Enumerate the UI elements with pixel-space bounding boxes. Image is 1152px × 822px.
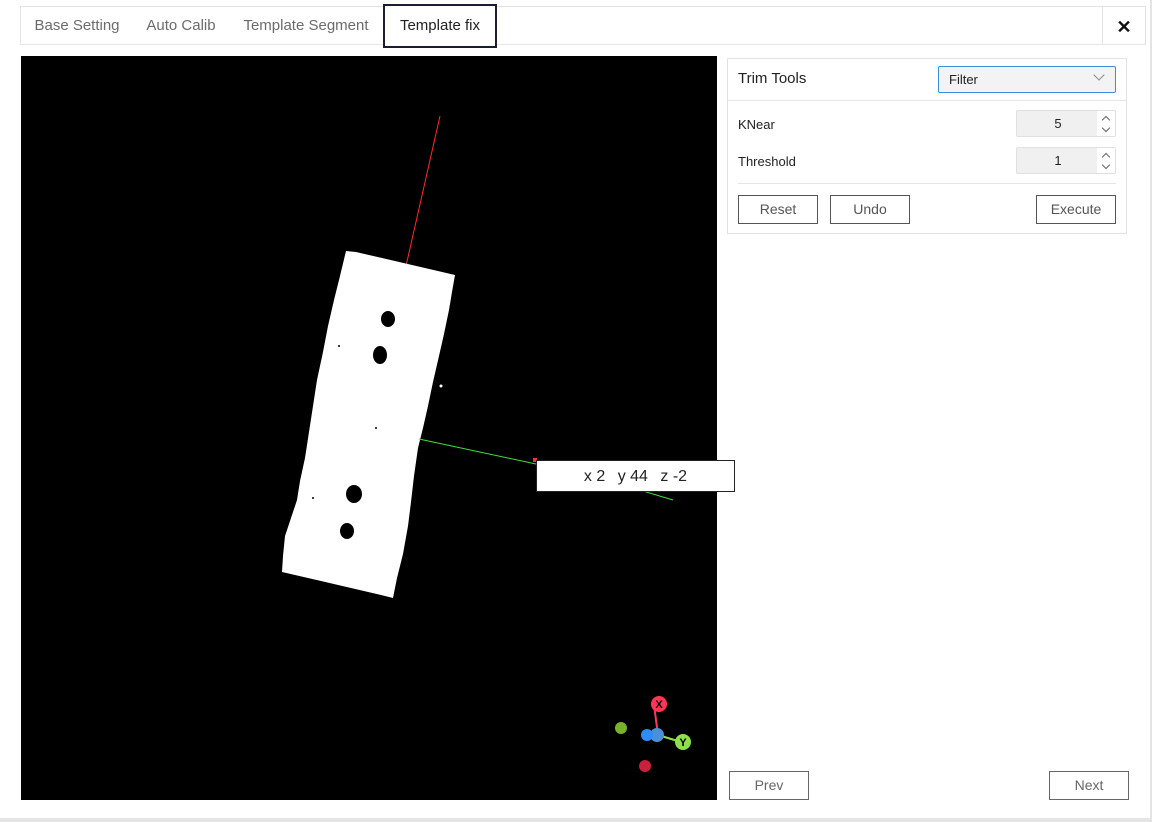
threshold-spinbox[interactable]: 1	[1016, 147, 1116, 174]
knear-label: KNear	[738, 117, 775, 132]
gizmo-neg-y-dot[interactable]	[615, 722, 627, 734]
template-point-cloud	[282, 251, 455, 598]
trim-mode-select[interactable]: Filter	[938, 66, 1116, 93]
undo-button[interactable]: Undo	[830, 195, 910, 224]
x-axis-line	[405, 115, 441, 267]
threshold-value: 1	[1054, 153, 1062, 168]
panel-divider	[738, 183, 1116, 184]
tab-template-fix[interactable]: Template fix	[383, 4, 497, 48]
tab-auto-calib[interactable]: Auto Calib	[133, 7, 229, 44]
chevron-down-icon	[1093, 69, 1105, 81]
hole-3	[346, 485, 362, 503]
threshold-label: Threshold	[738, 154, 796, 169]
reset-button[interactable]: Reset	[738, 195, 818, 224]
point-cloud-viewport[interactable]: X Y	[21, 56, 717, 800]
gizmo-y-label: Y	[679, 737, 687, 749]
tab-template-segment[interactable]: Template Segment	[229, 7, 383, 44]
tab-bar: Base Setting Auto Calib Template Segment…	[20, 4, 1146, 48]
coord-x: x 2	[583, 468, 606, 485]
trim-tools-panel: Trim Tools Filter KNear 5 Threshold 1 Re…	[727, 58, 1127, 234]
hole-2	[373, 346, 387, 364]
point-cloud-canvas: X Y	[282, 115, 691, 772]
trim-tools-header: Trim Tools Filter	[728, 59, 1126, 101]
chevron-down-icon[interactable]	[1101, 160, 1111, 170]
execute-button[interactable]: Execute	[1036, 195, 1116, 224]
knear-spinbox[interactable]: 5	[1016, 110, 1116, 137]
coord-y: y 44	[617, 468, 648, 485]
tab-base-setting[interactable]: Base Setting	[21, 7, 133, 44]
hole-4	[340, 523, 354, 539]
knear-value: 5	[1054, 116, 1062, 131]
prev-button[interactable]: Prev	[729, 771, 809, 800]
gizmo-neg-z-dot[interactable]	[641, 729, 653, 741]
main-window: Base Setting Auto Calib Template Segment…	[0, 0, 1150, 818]
threshold-stepper[interactable]	[1097, 148, 1115, 173]
coordinate-readout: x 2 y 44 z -2	[536, 460, 735, 492]
y-axis-line	[418, 438, 537, 465]
gizmo-neg-x-dot[interactable]	[639, 760, 651, 772]
edge-speck	[375, 427, 377, 429]
axis-gizmo[interactable]: X Y	[615, 696, 691, 772]
close-icon[interactable]: ✕	[1102, 7, 1145, 44]
edge-speck	[312, 497, 314, 499]
coord-z: z -2	[660, 468, 688, 485]
edge-speck	[338, 345, 340, 347]
knear-stepper[interactable]	[1097, 111, 1115, 136]
next-button[interactable]: Next	[1049, 771, 1129, 800]
chevron-down-icon[interactable]	[1101, 123, 1111, 133]
edge-speck	[439, 384, 443, 388]
trim-tools-label: Trim Tools	[738, 70, 807, 87]
trim-mode-value: Filter	[949, 72, 978, 87]
hole-1	[381, 311, 395, 327]
gizmo-x-label: X	[655, 699, 663, 711]
